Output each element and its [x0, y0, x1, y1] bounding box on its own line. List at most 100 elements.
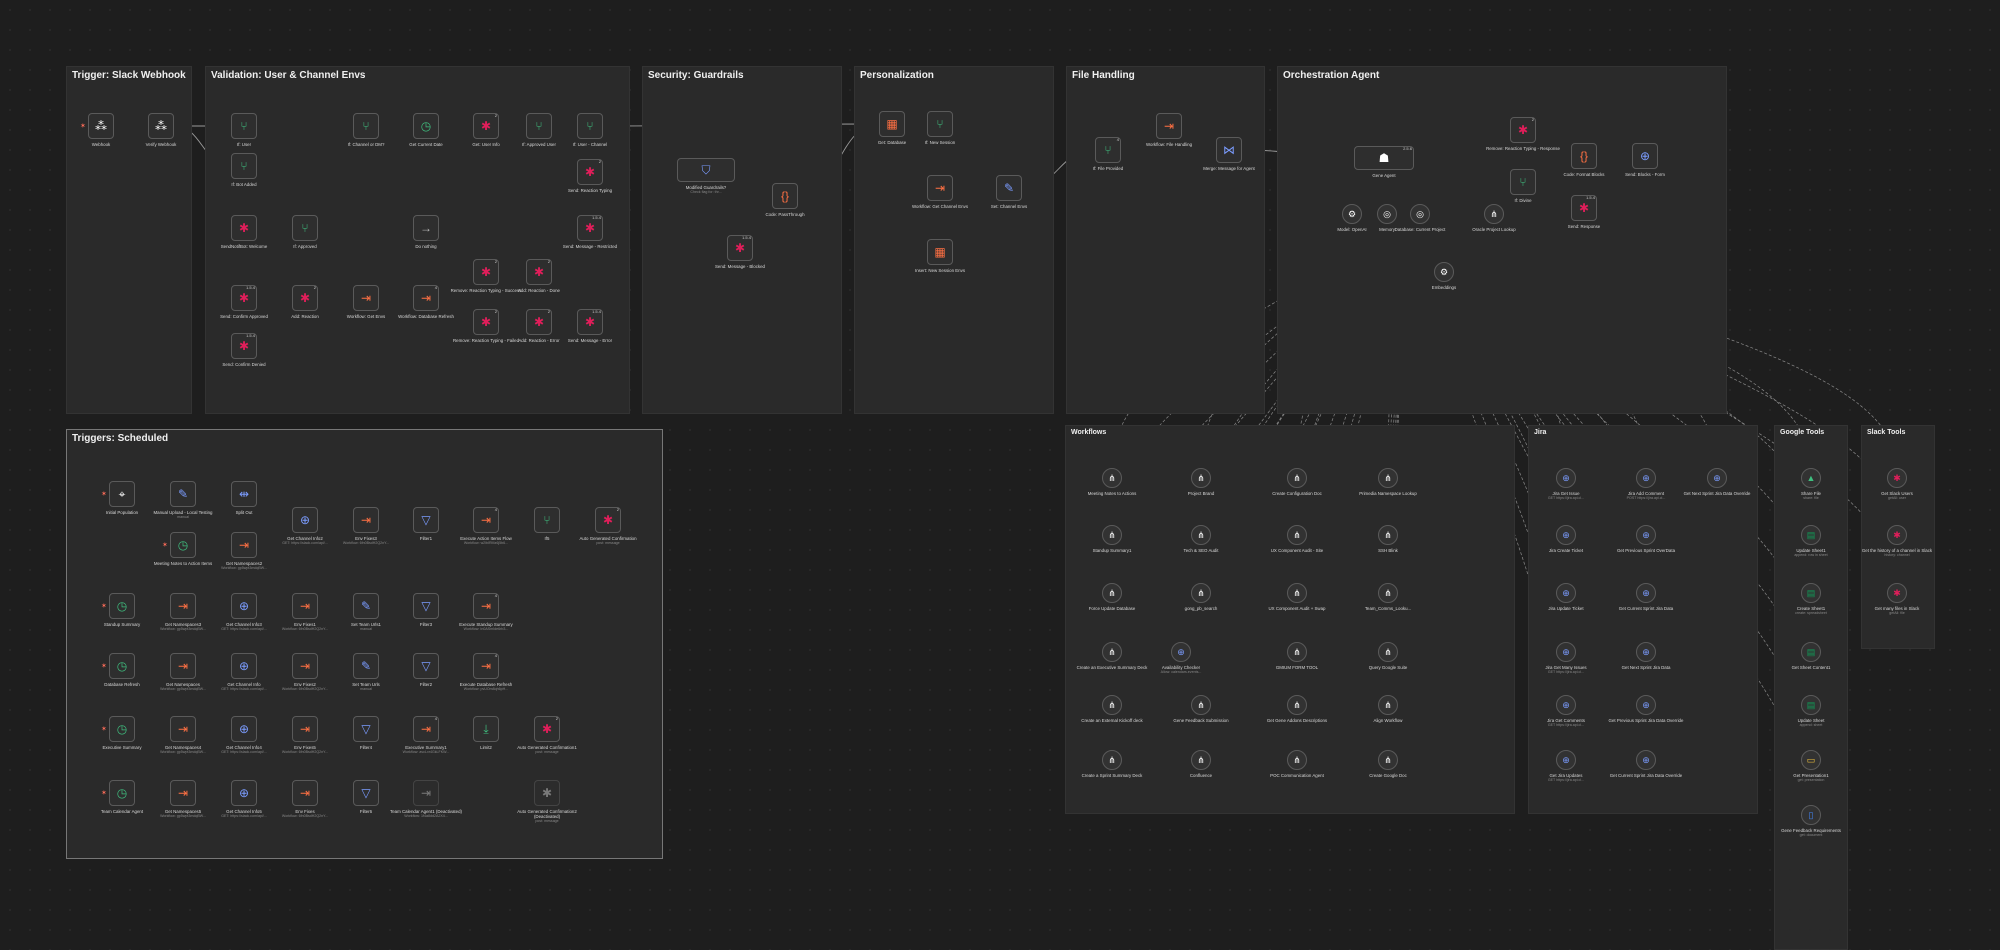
node-get-user-info[interactable]: ✱ 2: [473, 113, 499, 139]
node-if5[interactable]: ⑂: [534, 507, 560, 533]
node-sendnotif[interactable]: ✱: [231, 215, 257, 241]
workflow-canvas[interactable]: Trigger: Slack Webhook Validation: User …: [0, 0, 2000, 950]
node-send-response[interactable]: ✱ 1.5.4: [1571, 195, 1597, 221]
node-verify[interactable]: ⁂: [148, 113, 174, 139]
node-wt-align-workflow[interactable]: ⋔: [1378, 695, 1398, 715]
node-wt-gong-pb-search[interactable]: ⋔: [1191, 583, 1211, 603]
node-wt-availability-checker[interactable]: ⊕: [1171, 642, 1191, 662]
node-wt-tech-seo-audit[interactable]: ⋔: [1191, 525, 1211, 545]
node-wt-external-kickoff[interactable]: ⋔: [1102, 695, 1122, 715]
node-limit2[interactable]: ⤓: [473, 716, 499, 742]
node-set-channel-envs[interactable]: ✎: [996, 175, 1022, 201]
node-exec-action-items[interactable]: ⇥ 4: [473, 507, 499, 533]
node-env-fixes5[interactable]: ⇥: [292, 716, 318, 742]
node-st-get-users[interactable]: ✱: [1887, 468, 1907, 488]
node-wt-query-google-suite[interactable]: ⋔: [1378, 642, 1398, 662]
node-team-calendar-agent1[interactable]: ⇥: [413, 780, 439, 806]
node-wt-gmium-form-tool[interactable]: ⋔: [1287, 642, 1307, 662]
node-wf-db-refresh[interactable]: ⇥ 4: [413, 285, 439, 311]
node-embeddings[interactable]: ⚙: [1434, 262, 1454, 282]
node-send-msg-restricted[interactable]: ✱ 1.5.4: [577, 215, 603, 241]
node-gt-update-sheet2[interactable]: ▤: [1801, 695, 1821, 715]
node-add-reaction-done[interactable]: ✱ 2: [526, 259, 552, 285]
node-if-channel-dm[interactable]: ⑂: [353, 113, 379, 139]
node-wt-gene-feedback-sub[interactable]: ⋔: [1191, 695, 1211, 715]
node-env-fixes2[interactable]: ⇥: [292, 653, 318, 679]
node-get-channel-info2[interactable]: ⊕: [292, 507, 318, 533]
node-filter3[interactable]: ▽: [413, 593, 439, 619]
node-gt-gene-feedback-req[interactable]: ▯: [1801, 805, 1821, 825]
node-add-reaction-error[interactable]: ✱ 2: [526, 309, 552, 335]
node-exec-standup[interactable]: ⇥ 4: [473, 593, 499, 619]
node-jt-next-sprint-override[interactable]: ⊕: [1707, 468, 1727, 488]
node-wt-team-comms-lookup[interactable]: ⋔: [1378, 583, 1398, 603]
node-filter1[interactable]: ▽: [413, 507, 439, 533]
node-team-calendar-agent[interactable]: ◷ ✶: [101, 780, 135, 806]
node-wt-ux-component-audit-swap[interactable]: ⋔: [1287, 583, 1307, 603]
node-wf-file-handling[interactable]: ⇥: [1156, 113, 1182, 139]
node-webhook[interactable]: ⁂ ✶: [80, 113, 114, 139]
node-wt-primedia-namespace[interactable]: ⋔: [1378, 468, 1398, 488]
node-jt-next-sprint-data[interactable]: ⊕: [1636, 642, 1656, 662]
node-jt-add-comment[interactable]: ⊕: [1636, 468, 1656, 488]
node-if-approved-user[interactable]: ⑂: [526, 113, 552, 139]
section-google-tools[interactable]: Google Tools: [1774, 425, 1848, 950]
node-send-reaction-typing[interactable]: ✱ 2: [577, 159, 603, 185]
node-exec-db-refresh[interactable]: ⇥ 4: [473, 653, 499, 679]
node-wt-sprint-summary-deck[interactable]: ⋔: [1102, 750, 1122, 770]
node-filter4[interactable]: ▽: [353, 716, 379, 742]
node-get-namespaces4[interactable]: ⇥: [170, 716, 196, 742]
node-exec-summary1[interactable]: ⇥ 4: [413, 716, 439, 742]
node-send-blocks-form[interactable]: ⊕: [1632, 143, 1658, 169]
node-manual-upload[interactable]: ✎: [170, 481, 196, 507]
node-gt-create-sheet[interactable]: ▤: [1801, 583, 1821, 603]
node-wf-get-envs[interactable]: ⇥: [353, 285, 379, 311]
node-gt-share-file[interactable]: ▲: [1801, 468, 1821, 488]
node-if-user-channel[interactable]: ⑂: [577, 113, 603, 139]
node-auto-confirm[interactable]: ✱ 2: [595, 507, 621, 533]
node-wf-get-channel-envs[interactable]: ⇥: [927, 175, 953, 201]
node-jt-get-updates[interactable]: ⊕: [1556, 750, 1576, 770]
node-jt-prev-sprint-overdata[interactable]: ⊕: [1636, 525, 1656, 545]
node-meeting-notes-trigger[interactable]: ◷ ✶: [162, 532, 196, 558]
node-oracle-lookup[interactable]: ⋔: [1484, 204, 1504, 224]
node-env-fixes1[interactable]: ⇥: [292, 593, 318, 619]
node-gt-get-presentation[interactable]: ▭: [1801, 750, 1821, 770]
node-if-divine[interactable]: ⑂: [1510, 169, 1536, 195]
node-get-channel-info3[interactable]: ⊕: [231, 593, 257, 619]
node-remove-typing-success[interactable]: ✱ 2: [473, 259, 499, 285]
node-model-openai[interactable]: ⚙: [1342, 204, 1362, 224]
node-wt-create-google-doc[interactable]: ⋔: [1378, 750, 1398, 770]
node-set-team-urls[interactable]: ✎: [353, 653, 379, 679]
node-gt-update-sheet[interactable]: ▤: [1801, 525, 1821, 545]
node-code-format-blocks[interactable]: {}: [1571, 143, 1597, 169]
node-auto-confirm2[interactable]: ✱: [534, 780, 560, 806]
node-auto-confirm1[interactable]: ✱ 2: [534, 716, 560, 742]
node-guardrails[interactable]: ⛉: [677, 158, 735, 182]
node-if-file-provided[interactable]: ⑂ 4: [1095, 137, 1121, 163]
node-code-passthrough[interactable]: {}: [772, 183, 798, 209]
node-if-user[interactable]: ⑂: [231, 113, 257, 139]
node-remove-typing-failed[interactable]: ✱ 2: [473, 309, 499, 335]
node-wt-create-config-doc[interactable]: ⋔: [1287, 468, 1307, 488]
node-get-namespaces2[interactable]: ⇥: [231, 532, 257, 558]
node-initial-population[interactable]: ⌖ ✶: [101, 481, 135, 507]
node-get-namespaces3[interactable]: ⇥: [170, 593, 196, 619]
node-jt-current-sprint-override[interactable]: ⊕: [1636, 750, 1656, 770]
node-memory[interactable]: ◎: [1377, 204, 1397, 224]
node-split-out[interactable]: ⇹: [231, 481, 257, 507]
node-send-confirm-denied[interactable]: ✱ 1.5.4: [231, 333, 257, 359]
node-filter2[interactable]: ▽: [413, 653, 439, 679]
node-wt-poc-comm-agent[interactable]: ⋔: [1287, 750, 1307, 770]
node-get-namespaces[interactable]: ⇥: [170, 653, 196, 679]
node-env-fixes3[interactable]: ⇥: [353, 507, 379, 533]
node-jt-update-ticket[interactable]: ⊕: [1556, 583, 1576, 603]
node-st-get-history[interactable]: ✱: [1887, 525, 1907, 545]
node-wt-project-brand[interactable]: ⋔: [1191, 468, 1211, 488]
node-insert-session-envs[interactable]: ▦: [927, 239, 953, 265]
node-wt-standup-summary1[interactable]: ⋔: [1102, 525, 1122, 545]
node-set-team-urls1[interactable]: ✎: [353, 593, 379, 619]
node-env-fixes[interactable]: ⇥: [292, 780, 318, 806]
node-database-refresh[interactable]: ◷ ✶: [101, 653, 135, 679]
node-jt-prev-sprint-override[interactable]: ⊕: [1636, 695, 1656, 715]
